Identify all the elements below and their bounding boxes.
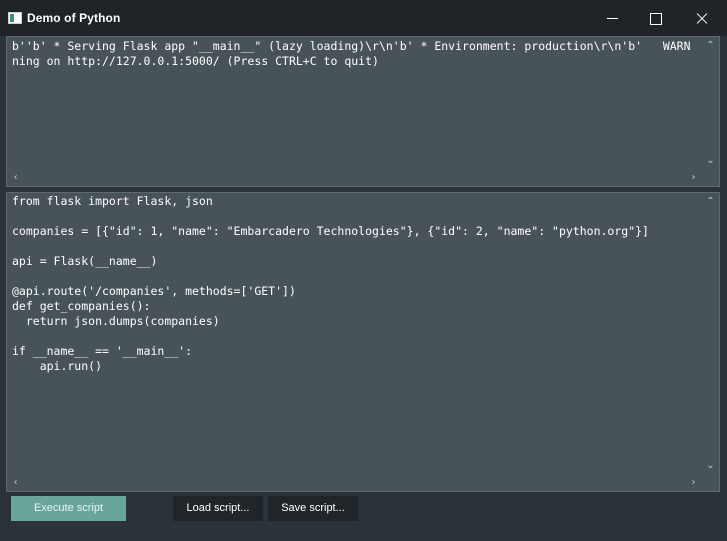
code-line: if __name__ == '__main__': (12, 344, 193, 358)
maximize-button[interactable] (632, 0, 678, 36)
window-title: Demo of Python (27, 11, 121, 25)
code-line: api.run() (12, 359, 103, 373)
scroll-down-icon[interactable]: ⌄ (702, 457, 719, 474)
scroll-up-icon[interactable]: ⌃ (702, 37, 719, 54)
minimize-button[interactable] (589, 0, 635, 36)
code-line: from flask import Flask, json (12, 194, 213, 208)
code-line: companies = [{"id": 1, "name": "Embarcad… (12, 224, 649, 238)
app-window: Demo of Python b''b' * Serving Flask app… (0, 0, 727, 541)
code-horizontal-scrollbar[interactable]: ‹ › (7, 474, 702, 491)
scrollbar-corner (702, 474, 719, 491)
save-script-button[interactable]: Save script... (268, 496, 358, 521)
code-line: def get_companies(): (12, 299, 151, 313)
code-line: return json.dumps(companies) (12, 314, 220, 328)
code-editor[interactable]: from flask import Flask, json companies … (6, 192, 720, 492)
output-vertical-scrollbar[interactable]: ⌃ ⌄ (702, 37, 719, 169)
code-text[interactable]: from flask import Flask, json companies … (12, 194, 699, 474)
scroll-right-icon[interactable]: › (685, 474, 702, 491)
output-horizontal-scrollbar[interactable]: ‹ › (7, 169, 702, 186)
scroll-up-icon[interactable]: ⌃ (702, 193, 719, 210)
output-line: ning on http://127.0.0.1:5000/ (Press CT… (12, 54, 379, 68)
app-window-icon (8, 12, 22, 24)
scrollbar-corner (702, 169, 719, 186)
scroll-left-icon[interactable]: ‹ (7, 169, 24, 186)
code-vertical-scrollbar[interactable]: ⌃ ⌄ (702, 193, 719, 474)
title-bar[interactable]: Demo of Python (0, 0, 727, 36)
code-line: @api.route('/companies', methods=['GET']… (12, 284, 296, 298)
scroll-down-icon[interactable]: ⌄ (702, 152, 719, 169)
scroll-right-icon[interactable]: › (685, 169, 702, 186)
close-button[interactable] (678, 0, 724, 36)
scroll-left-icon[interactable]: ‹ (7, 474, 24, 491)
load-script-button[interactable]: Load script... (173, 496, 263, 521)
execute-script-button[interactable]: Execute script (11, 496, 126, 521)
output-text[interactable]: b''b' * Serving Flask app "__main__" (la… (12, 39, 699, 169)
output-memo[interactable]: b''b' * Serving Flask app "__main__" (la… (6, 36, 720, 187)
code-line: api = Flask(__name__) (12, 254, 158, 268)
output-line: b''b' * Serving Flask app "__main__" (la… (12, 39, 691, 53)
